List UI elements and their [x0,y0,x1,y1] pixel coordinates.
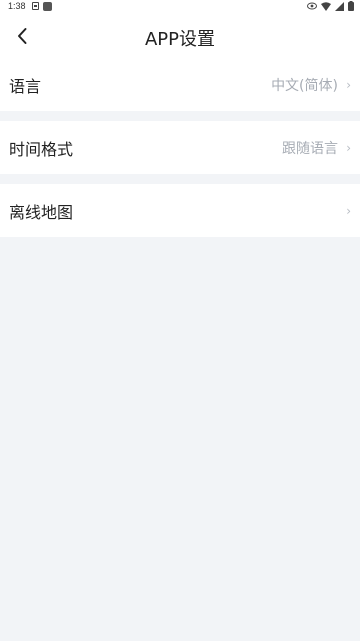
chevron-right-icon: › [346,140,351,155]
chevron-right-icon: › [346,77,351,92]
settings-item-value: 跟随语言 [282,140,338,157]
app-icon [43,2,52,11]
status-time: 1:38 [8,1,26,11]
settings-item-label: 语言 [9,76,42,96]
status-bar: 1:38 [0,0,360,14]
settings-item-value: 中文(简体) [271,77,338,94]
header: APP设置 [0,14,360,59]
settings-item-time-format[interactable]: 时间格式 跟随语言 › [0,121,360,174]
settings-item-label: 时间格式 [9,139,74,159]
chevron-right-icon: › [346,203,351,218]
eye-icon [307,2,317,10]
wifi-icon [321,1,331,11]
signal-icon [335,1,344,11]
settings-item-offline-map[interactable]: 离线地图 › [0,184,360,237]
notification-icon [32,2,39,10]
page-title: APP设置 [144,29,216,50]
status-right-icons [307,1,354,11]
settings-item-language[interactable]: 语言 中文(简体) › [0,58,360,111]
battery-icon [348,1,354,11]
status-left-icons [32,2,52,11]
settings-item-label: 离线地图 [9,202,74,222]
